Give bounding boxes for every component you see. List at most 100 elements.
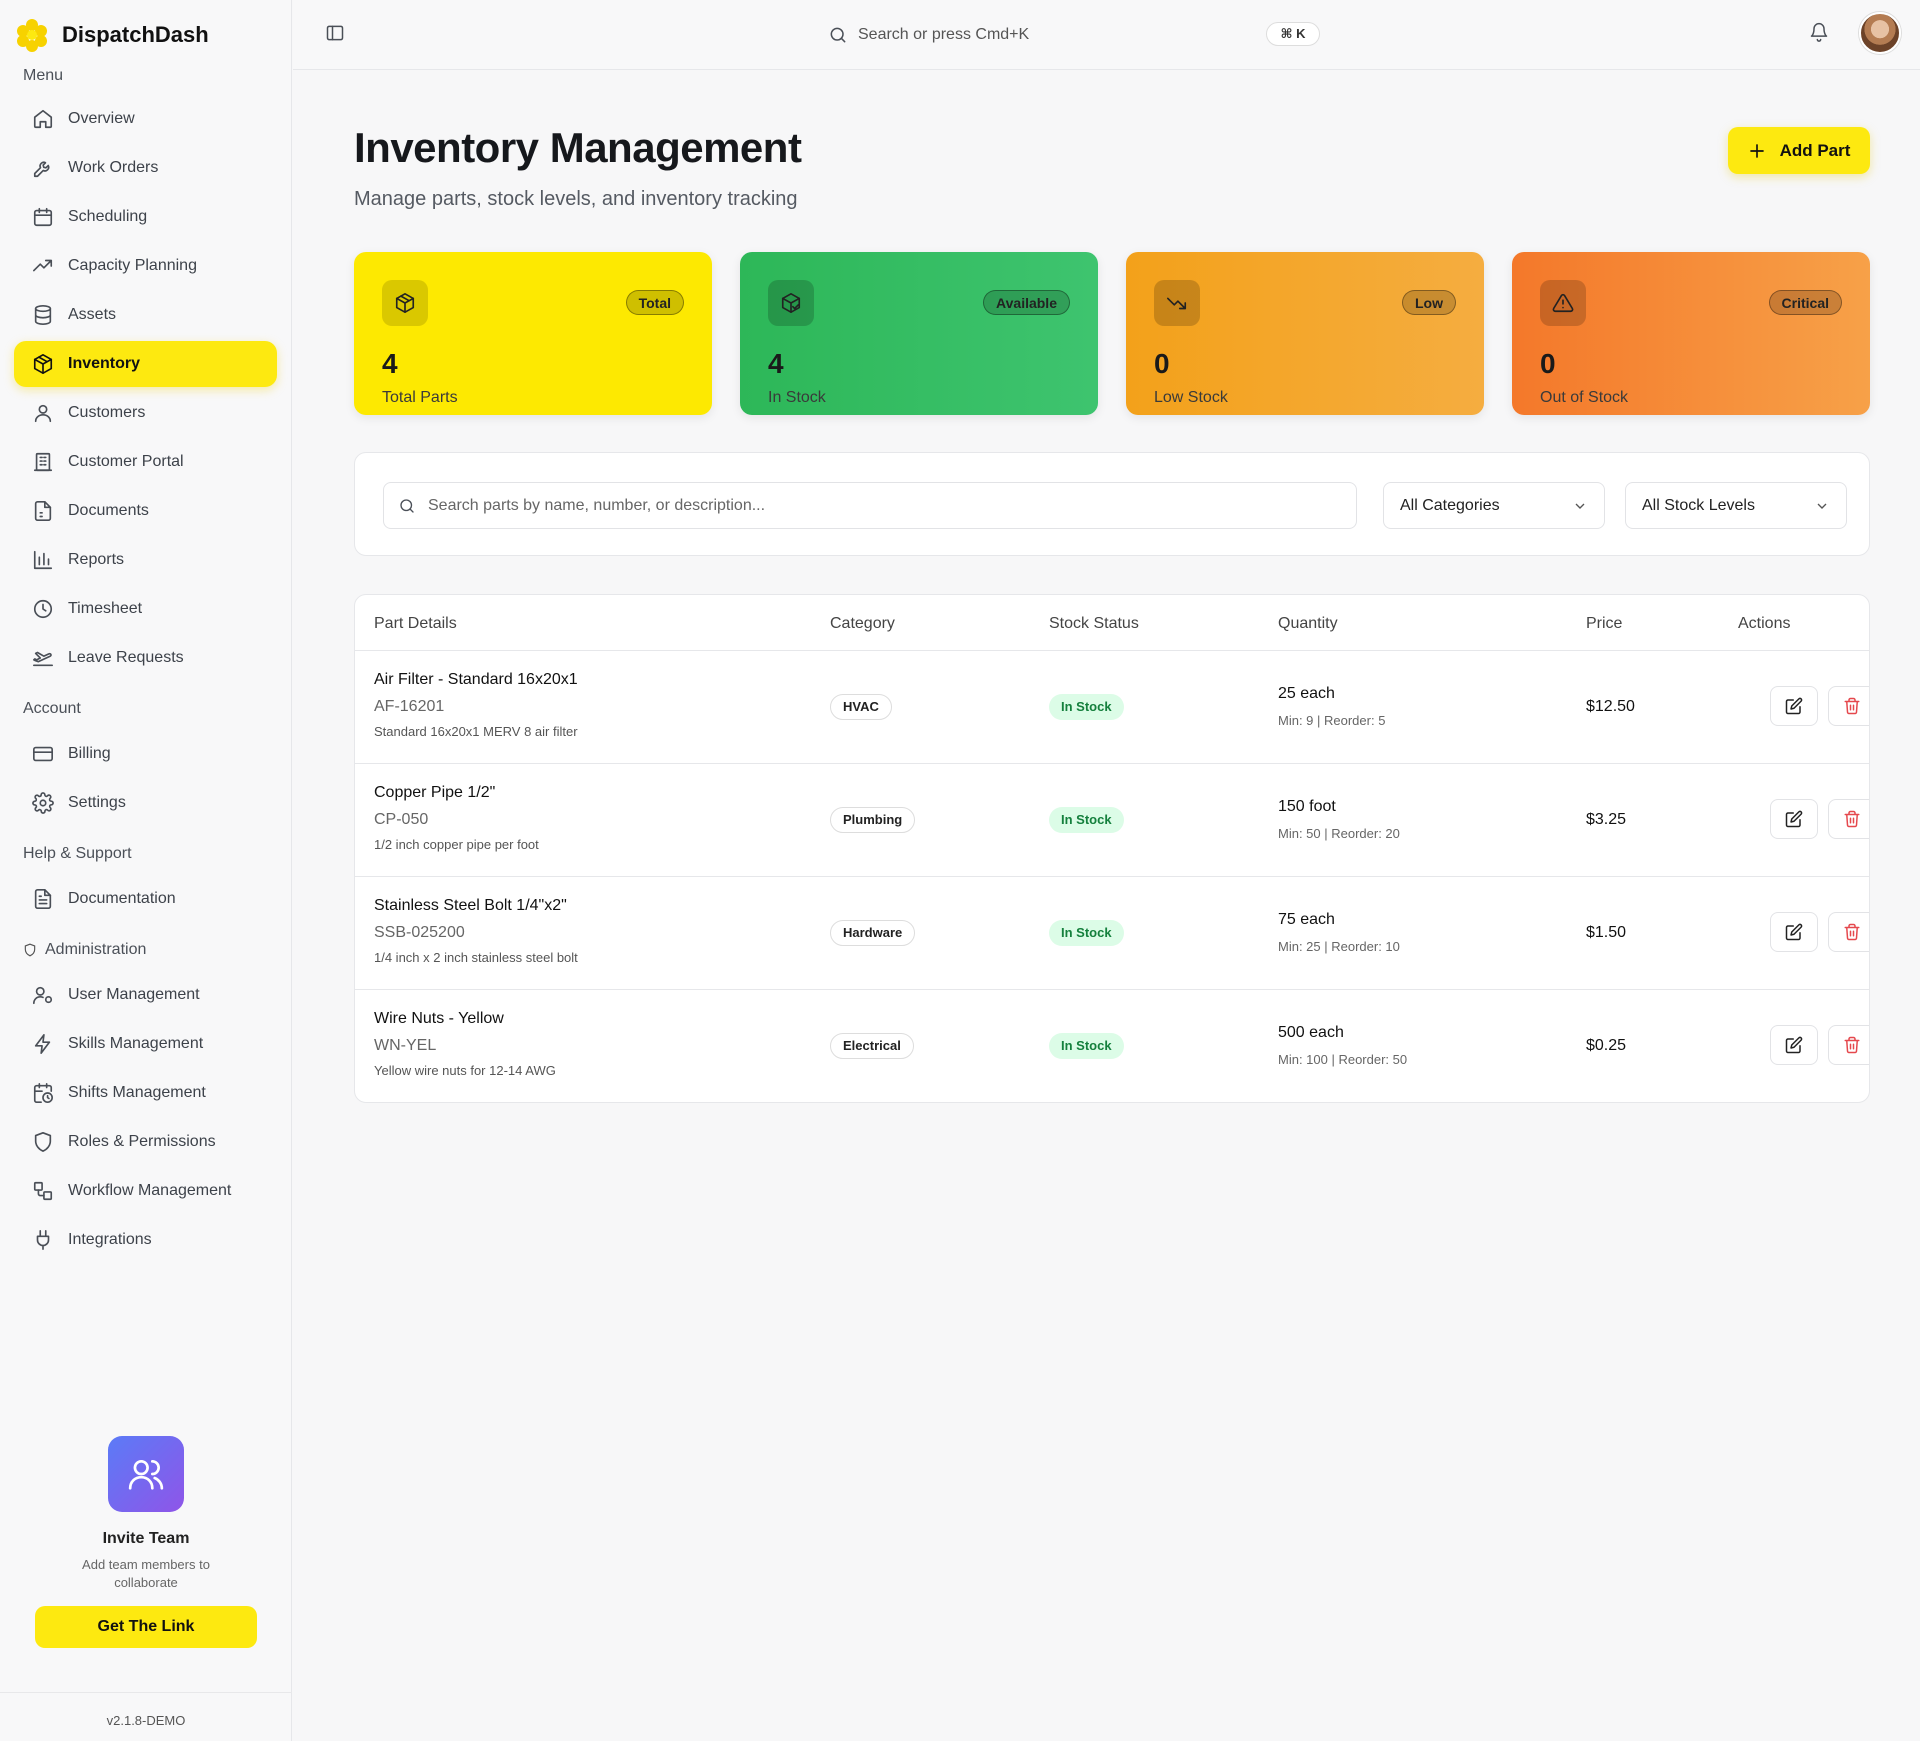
sidebar: DispatchDash Menu Overview Work Orders S…	[0, 0, 292, 1741]
sidebar-item-documents[interactable]: Documents	[14, 488, 277, 534]
table-row[interactable]: Copper Pipe 1/2" CP-050 1/2 inch copper …	[355, 764, 1869, 877]
table-row[interactable]: Stainless Steel Bolt 1/4"x2" SSB-025200 …	[355, 877, 1869, 990]
column-header-part-details[interactable]: Part Details	[374, 615, 457, 633]
plane-icon	[33, 651, 53, 667]
table-row[interactable]: Wire Nuts - Yellow WN-YEL Yellow wire nu…	[355, 990, 1869, 1102]
account-section-title: Account	[23, 700, 81, 717]
sidebar-item-customers[interactable]: Customers	[14, 390, 277, 436]
table-row[interactable]: Air Filter - Standard 16x20x1 AF-16201 S…	[355, 651, 1869, 764]
edit-button[interactable]	[1770, 912, 1818, 952]
sidebar-item-documentation[interactable]: Documentation	[14, 876, 277, 922]
add-part-button[interactable]: Add Part	[1728, 127, 1870, 174]
quantity-value: 500 each	[1278, 1024, 1344, 1041]
clock-icon	[33, 599, 53, 619]
package-check-icon	[768, 280, 814, 326]
category-select[interactable]: All Categories	[1383, 482, 1605, 529]
alert-triangle-icon	[1540, 280, 1586, 326]
global-search[interactable]: Search or press Cmd+K	[828, 18, 1318, 52]
sidebar-item-label: Roles & Permissions	[68, 1133, 216, 1150]
bell-icon	[1810, 22, 1828, 42]
database-icon	[34, 305, 52, 325]
table-header: Part Details Category Stock Status Quant…	[355, 595, 1869, 651]
sidebar-item-shifts-management[interactable]: Shifts Management	[14, 1070, 277, 1116]
delete-button[interactable]	[1828, 686, 1869, 726]
sidebar-item-settings[interactable]: Settings	[14, 780, 277, 826]
edit-icon	[1785, 697, 1803, 715]
sidebar-item-label: User Management	[68, 986, 200, 1003]
zap-icon	[34, 1034, 51, 1054]
price-value: $0.25	[1586, 1037, 1627, 1054]
stock-level-select-value: All Stock Levels	[1642, 496, 1755, 514]
edit-icon	[1785, 1036, 1803, 1054]
sidebar-item-leave-requests[interactable]: Leave Requests	[14, 635, 277, 681]
admin-section-title: Administration	[0, 938, 291, 962]
sidebar-item-user-management[interactable]: User Management	[14, 972, 277, 1018]
column-header-stock-status[interactable]: Stock Status	[1049, 615, 1139, 633]
quantity-thresholds: Min: 9 | Reorder: 5	[1278, 713, 1386, 728]
topbar: Search or press Cmd+K ⌘ K	[293, 0, 1920, 70]
chevron-down-icon	[1817, 503, 1827, 509]
part-description: 1/4 inch x 2 inch stainless steel bolt	[374, 950, 578, 965]
sidebar-item-workflow-management[interactable]: Workflow Management	[14, 1168, 277, 1214]
admin-nav: User Management Skills Management Shifts…	[0, 972, 291, 1263]
sidebar-item-label: Integrations	[68, 1231, 152, 1248]
sidebar-item-roles-permissions[interactable]: Roles & Permissions	[14, 1119, 277, 1165]
column-header-quantity[interactable]: Quantity	[1278, 615, 1338, 633]
sidebar-item-timesheet[interactable]: Timesheet	[14, 586, 277, 632]
category-select-value: All Categories	[1400, 496, 1500, 514]
sidebar-item-label: Overview	[68, 110, 135, 127]
main-nav: Overview Work Orders Scheduling Capacity…	[0, 96, 291, 681]
sidebar-item-assets[interactable]: Assets	[14, 292, 277, 338]
sidebar-item-label: Settings	[68, 794, 126, 811]
notifications-button[interactable]	[1809, 22, 1829, 42]
help-section-title: Help & Support	[23, 845, 132, 862]
get-link-button[interactable]: Get The Link	[35, 1606, 257, 1648]
parts-search-input[interactable]	[428, 496, 1328, 515]
sidebar-item-inventory[interactable]: Inventory	[14, 341, 277, 387]
chevron-down-icon	[1575, 503, 1585, 509]
category-badge: Hardware	[830, 920, 916, 946]
delete-button[interactable]	[1828, 1025, 1869, 1065]
delete-button[interactable]	[1828, 799, 1869, 839]
brand[interactable]: DispatchDash	[0, 0, 291, 70]
search-icon	[830, 27, 846, 43]
sidebar-item-label: Capacity Planning	[68, 257, 197, 274]
edit-button[interactable]	[1770, 1025, 1818, 1065]
sidebar-item-label: Leave Requests	[68, 649, 184, 666]
sidebar-item-capacity-planning[interactable]: Capacity Planning	[14, 243, 277, 289]
sidebar-item-skills-management[interactable]: Skills Management	[14, 1021, 277, 1067]
sidebar-item-billing[interactable]: Billing	[14, 731, 277, 777]
column-header-category[interactable]: Category	[830, 615, 895, 633]
stat-card-total: Total 4 Total Parts	[354, 252, 712, 415]
stats-cards: Total 4 Total Parts Available 4 In Stock…	[354, 252, 1870, 415]
user-avatar[interactable]	[1859, 12, 1901, 54]
sidebar-item-customer-portal[interactable]: Customer Portal	[14, 439, 277, 485]
trash-icon	[1844, 697, 1860, 715]
part-number: CP-050	[374, 811, 429, 828]
stat-card-in-stock: Available 4 In Stock	[740, 252, 1098, 415]
part-description: 1/2 inch copper pipe per foot	[374, 837, 539, 852]
stat-card-out-of-stock: Critical 0 Out of Stock	[1512, 252, 1870, 415]
edit-button[interactable]	[1770, 686, 1818, 726]
delete-button[interactable]	[1828, 912, 1869, 952]
plus-icon	[1749, 143, 1764, 158]
parts-search[interactable]	[383, 482, 1357, 529]
stock-level-select[interactable]: All Stock Levels	[1625, 482, 1847, 529]
sidebar-item-overview[interactable]: Overview	[14, 96, 277, 142]
stat-label: In Stock	[768, 389, 826, 406]
trash-icon	[1844, 923, 1860, 941]
sidebar-item-reports[interactable]: Reports	[14, 537, 277, 583]
sidebar-item-label: Assets	[68, 306, 117, 323]
sidebar-toggle-button[interactable]	[325, 23, 345, 43]
stat-value: 4	[382, 348, 398, 379]
column-header-price[interactable]: Price	[1586, 615, 1622, 633]
panel-left-icon	[326, 25, 344, 41]
sidebar-item-integrations[interactable]: Integrations	[14, 1217, 277, 1263]
brand-name: DispatchDash	[62, 22, 209, 47]
sidebar-item-scheduling[interactable]: Scheduling	[14, 194, 277, 240]
wrench-icon	[33, 161, 50, 178]
edit-button[interactable]	[1770, 799, 1818, 839]
sidebar-item-work-orders[interactable]: Work Orders	[14, 145, 277, 191]
admin-section-label: Administration	[45, 941, 147, 958]
app-version: v2.1.8-DEMO	[0, 1692, 292, 1728]
